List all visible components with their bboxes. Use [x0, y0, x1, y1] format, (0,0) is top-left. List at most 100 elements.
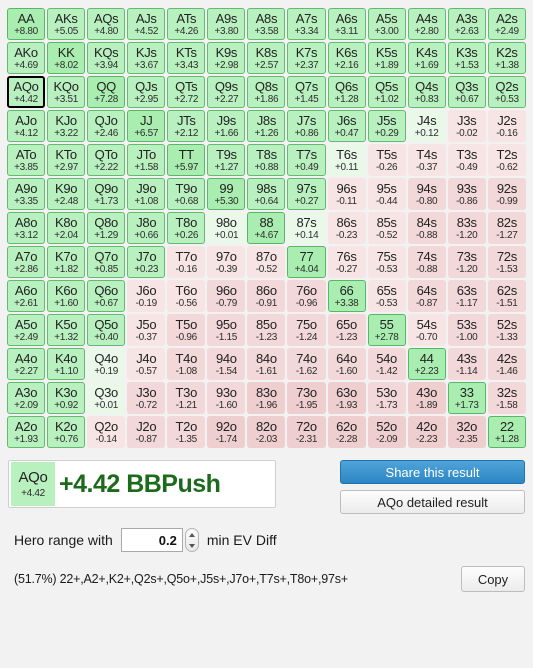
hand-cell[interactable]: J6o -0.19	[127, 280, 166, 312]
hand-cell[interactable]: A2o +1.93	[7, 416, 46, 448]
hand-cell[interactable]: A7s +3.34	[287, 8, 326, 40]
hand-cell[interactable]: 33 +1.73	[447, 382, 486, 414]
hand-cell[interactable]: A8s +3.58	[247, 8, 286, 40]
hand-cell[interactable]: Q2s +0.53	[487, 76, 526, 108]
hand-cell[interactable]: A2s +2.49	[487, 8, 526, 40]
hand-cell[interactable]: 64s -0.87	[407, 280, 446, 312]
hand-cell[interactable]: AJo +4.12	[7, 110, 46, 142]
hand-cell[interactable]: 53s -1.00	[447, 314, 486, 346]
hand-cell[interactable]: KQo +3.51	[47, 76, 86, 108]
hand-cell[interactable]: 44 +2.23	[407, 348, 446, 380]
hand-cell[interactable]: 43s -1.14	[447, 348, 486, 380]
hand-cell[interactable]: K8o +2.04	[47, 212, 86, 244]
detailed-result-button[interactable]: AQo detailed result	[340, 490, 525, 514]
hand-cell[interactable]: J2s -0.16	[487, 110, 526, 142]
hand-cell[interactable]: J4o -0.57	[127, 348, 166, 380]
hand-cell[interactable]: J4s +0.12	[407, 110, 446, 142]
hand-cell[interactable]: A6o +2.61	[7, 280, 46, 312]
hand-cell[interactable]: 72o -2.31	[287, 416, 326, 448]
hand-cell[interactable]: T7s +0.49	[287, 144, 326, 176]
hand-cell[interactable]: ATs +4.26	[167, 8, 206, 40]
hand-cell[interactable]: 96s -0.11	[327, 178, 366, 210]
hand-cell[interactable]: 83o -1.96	[247, 382, 286, 414]
hand-cell[interactable]: 65s -0.53	[367, 280, 406, 312]
hand-cell[interactable]: 92o -1.74	[207, 416, 246, 448]
copy-range-button[interactable]: Copy	[461, 566, 525, 592]
hand-cell[interactable]: 42s -1.46	[487, 348, 526, 380]
hand-cell[interactable]: 72s -1.53	[487, 246, 526, 278]
hand-cell[interactable]: 75s -0.53	[367, 246, 406, 278]
hand-cell[interactable]: 54s -0.70	[407, 314, 446, 346]
hand-cell[interactable]: A3o +2.09	[7, 382, 46, 414]
hand-cell[interactable]: K7s +2.37	[287, 42, 326, 74]
hand-cell[interactable]: 74s -0.88	[407, 246, 446, 278]
hand-cell[interactable]: 73o -1.95	[287, 382, 326, 414]
hand-cell[interactable]: 85s -0.52	[367, 212, 406, 244]
hand-cell[interactable]: 65o -1.23	[327, 314, 366, 346]
hand-cell[interactable]: K8s +2.57	[247, 42, 286, 74]
hand-cell[interactable]: 63s -1.17	[447, 280, 486, 312]
hand-cell[interactable]: 74o -1.62	[287, 348, 326, 380]
hand-cell[interactable]: JTo +1.58	[127, 144, 166, 176]
hand-cell[interactable]: Q7s +1.45	[287, 76, 326, 108]
hand-cell[interactable]: 62o -2.28	[327, 416, 366, 448]
hand-cell[interactable]: T2s -0.62	[487, 144, 526, 176]
hand-cell[interactable]: 86s -0.23	[327, 212, 366, 244]
hand-cell[interactable]: 98o +0.01	[207, 212, 246, 244]
hand-cell[interactable]: K3s +1.53	[447, 42, 486, 74]
share-result-button[interactable]: Share this result	[340, 460, 525, 484]
hand-cell[interactable]: 97s +0.27	[287, 178, 326, 210]
hand-cell[interactable]: 52s -1.33	[487, 314, 526, 346]
stepper-up-icon[interactable]	[188, 532, 195, 537]
hand-cell[interactable]: 93s -0.86	[447, 178, 486, 210]
hand-cell[interactable]: JTs +2.12	[167, 110, 206, 142]
hand-cell[interactable]: A5o +2.49	[7, 314, 46, 346]
hand-cell[interactable]: 52o -2.09	[367, 416, 406, 448]
hand-cell[interactable]: 86o -0.91	[247, 280, 286, 312]
hand-cell[interactable]: K2s +1.38	[487, 42, 526, 74]
hand-cell[interactable]: QJo +2.46	[87, 110, 126, 142]
hand-cell[interactable]: Q6s +1.28	[327, 76, 366, 108]
hand-cell[interactable]: KQs +3.94	[87, 42, 126, 74]
hand-cell[interactable]: 87o -0.52	[247, 246, 286, 278]
hand-cell[interactable]: Q4o +0.19	[87, 348, 126, 380]
hero-min-ev-diff-stepper[interactable]	[184, 528, 199, 552]
hand-cell[interactable]: 96o -0.79	[207, 280, 246, 312]
hand-cell[interactable]: 94s -0.80	[407, 178, 446, 210]
hand-cell[interactable]: 63o -1.93	[327, 382, 366, 414]
hand-cell[interactable]: AA +8.80	[7, 8, 46, 40]
hand-cell[interactable]: KJo +3.22	[47, 110, 86, 142]
hand-cell[interactable]: QJs +2.95	[127, 76, 166, 108]
hand-cell[interactable]: AQs +4.80	[87, 8, 126, 40]
hand-cell[interactable]: K9s +2.98	[207, 42, 246, 74]
hand-cell[interactable]: 82s -1.27	[487, 212, 526, 244]
hand-cell[interactable]: Q9s +2.27	[207, 76, 246, 108]
hand-cell[interactable]: J7s +0.86	[287, 110, 326, 142]
hand-cell[interactable]: J7o +0.23	[127, 246, 166, 278]
hand-cell[interactable]: QTo +2.22	[87, 144, 126, 176]
hand-cell[interactable]: T3s -0.49	[447, 144, 486, 176]
hand-cell[interactable]: Q5s +1.02	[367, 76, 406, 108]
hand-cell[interactable]: T9s +1.27	[207, 144, 246, 176]
hand-cell[interactable]: A5s +3.00	[367, 8, 406, 40]
hand-cell[interactable]: 84s -0.88	[407, 212, 446, 244]
hand-cell[interactable]: 97o -0.39	[207, 246, 246, 278]
hand-cell[interactable]: 53o -1.73	[367, 382, 406, 414]
hand-cell[interactable]: K6o +1.60	[47, 280, 86, 312]
hand-cell[interactable]: A9o +3.35	[7, 178, 46, 210]
hand-cell[interactable]: Q9o +1.73	[87, 178, 126, 210]
hand-cell[interactable]: Q6o +0.67	[87, 280, 126, 312]
hand-cell[interactable]: T2o -1.35	[167, 416, 206, 448]
hand-cell[interactable]: 32s -1.58	[487, 382, 526, 414]
hand-cell[interactable]: K6s +2.16	[327, 42, 366, 74]
hand-cell[interactable]: 98s +0.64	[247, 178, 286, 210]
hand-cell[interactable]: K4s +1.69	[407, 42, 446, 74]
hand-cell[interactable]: 94o -1.54	[207, 348, 246, 380]
hand-cell[interactable]: A7o +2.86	[7, 246, 46, 278]
hand-cell[interactable]: KTs +3.43	[167, 42, 206, 74]
hand-cell[interactable]: A6s +3.11	[327, 8, 366, 40]
hand-cell[interactable]: J2o -0.87	[127, 416, 166, 448]
hand-cell[interactable]: K5s +1.89	[367, 42, 406, 74]
hand-cell[interactable]: 92s -0.99	[487, 178, 526, 210]
hand-cell[interactable]: J8s +1.26	[247, 110, 286, 142]
